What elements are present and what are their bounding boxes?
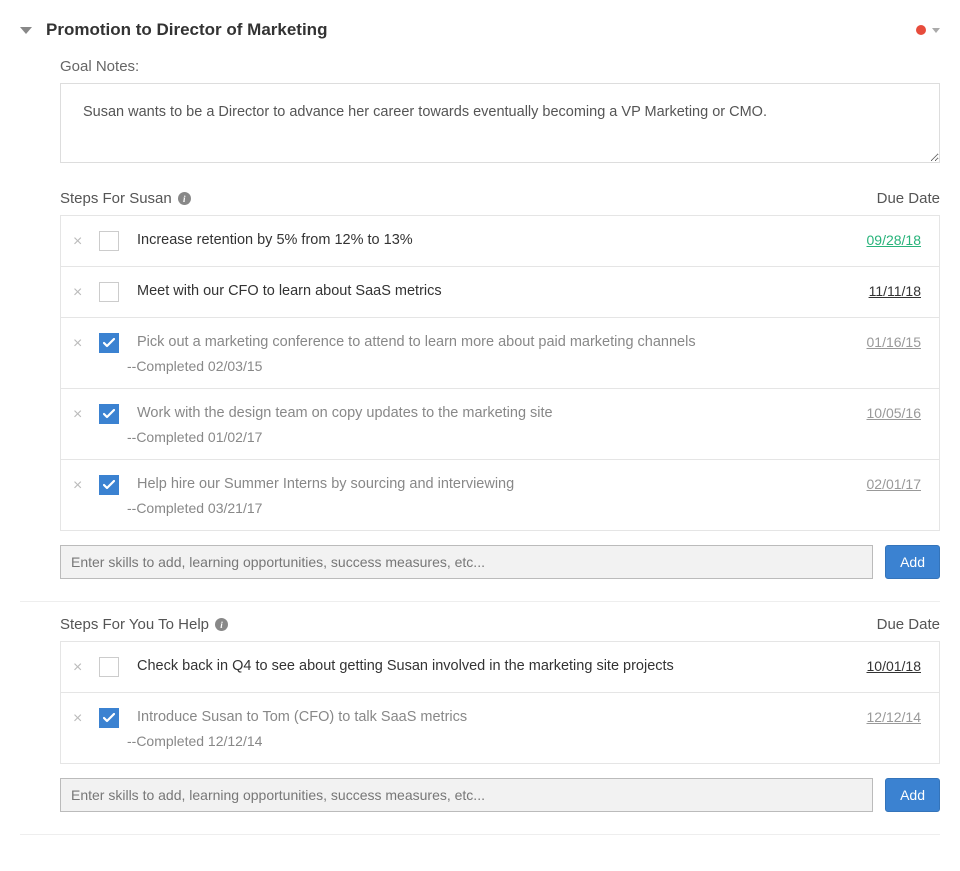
remove-step-icon[interactable]: × (73, 283, 91, 303)
step-text: Meet with our CFO to learn about SaaS me… (137, 283, 857, 299)
remove-step-icon[interactable]: × (73, 405, 91, 425)
add-step-input-you[interactable] (60, 778, 873, 812)
step-due-date[interactable]: 10/01/18 (867, 656, 922, 674)
step-due-date[interactable]: 01/16/15 (867, 332, 922, 350)
due-date-header: Due Date (877, 190, 940, 207)
step-due-date[interactable]: 10/05/16 (867, 403, 922, 421)
step-checkbox[interactable] (99, 404, 119, 424)
steps-list-susan: × Increase retention by 5% from 12% to 13… (60, 215, 940, 531)
step-completed-label: --Completed 03/21/17 (127, 500, 855, 516)
step-due-date[interactable]: 09/28/18 (867, 230, 922, 248)
goal-notes-textarea[interactable] (60, 83, 940, 163)
step-row: × Check back in Q4 to see about getting S… (61, 642, 939, 693)
goal-notes-label: Goal Notes: (60, 58, 940, 75)
step-text: Introduce Susan to Tom (CFO) to talk Saa… (137, 709, 855, 725)
step-text: Work with the design team on copy update… (137, 405, 855, 421)
add-step-input-susan[interactable] (60, 545, 873, 579)
remove-step-icon[interactable]: × (73, 658, 91, 678)
steps-list-you: × Check back in Q4 to see about getting S… (60, 641, 940, 764)
info-icon[interactable]: i (215, 618, 228, 631)
step-row: × Introduce Susan to Tom (CFO) to talk Sa… (61, 693, 939, 764)
step-checkbox[interactable] (99, 333, 119, 353)
collapse-caret-icon[interactable] (20, 27, 32, 34)
remove-step-icon[interactable]: × (73, 709, 91, 729)
step-completed-label: --Completed 12/12/14 (127, 733, 855, 749)
section-title-susan: Steps For Susan (60, 190, 172, 207)
chevron-down-icon (932, 28, 940, 33)
step-text: Help hire our Summer Interns by sourcing… (137, 476, 855, 492)
remove-step-icon[interactable]: × (73, 334, 91, 354)
step-text: Increase retention by 5% from 12% to 13% (137, 232, 855, 248)
remove-step-icon[interactable]: × (73, 232, 91, 252)
step-checkbox[interactable] (99, 282, 119, 302)
step-due-date[interactable]: 11/11/18 (869, 281, 921, 299)
add-step-button-you[interactable]: Add (885, 778, 940, 812)
remove-step-icon[interactable]: × (73, 476, 91, 496)
step-checkbox[interactable] (99, 475, 119, 495)
status-dot-icon (916, 25, 926, 35)
add-step-button-susan[interactable]: Add (885, 545, 940, 579)
step-row: × Pick out a marketing conference to atte… (61, 318, 939, 389)
step-row: × Increase retention by 5% from 12% to 13… (61, 216, 939, 267)
step-row: × Help hire our Summer Interns by sourcin… (61, 460, 939, 531)
section-title-you: Steps For You To Help (60, 616, 209, 633)
step-checkbox[interactable] (99, 231, 119, 251)
goal-title: Promotion to Director of Marketing (46, 20, 902, 40)
step-row: × Work with the design team on copy updat… (61, 389, 939, 460)
step-checkbox[interactable] (99, 708, 119, 728)
step-text: Check back in Q4 to see about getting Su… (137, 658, 855, 674)
step-completed-label: --Completed 02/03/15 (127, 358, 855, 374)
step-due-date[interactable]: 02/01/17 (867, 474, 922, 492)
info-icon[interactable]: i (178, 192, 191, 205)
step-checkbox[interactable] (99, 657, 119, 677)
step-due-date[interactable]: 12/12/14 (867, 707, 922, 725)
step-row: × Meet with our CFO to learn about SaaS m… (61, 267, 939, 318)
due-date-header: Due Date (877, 616, 940, 633)
status-dropdown[interactable] (916, 25, 940, 35)
step-completed-label: --Completed 01/02/17 (127, 429, 855, 445)
step-text: Pick out a marketing conference to atten… (137, 334, 855, 350)
